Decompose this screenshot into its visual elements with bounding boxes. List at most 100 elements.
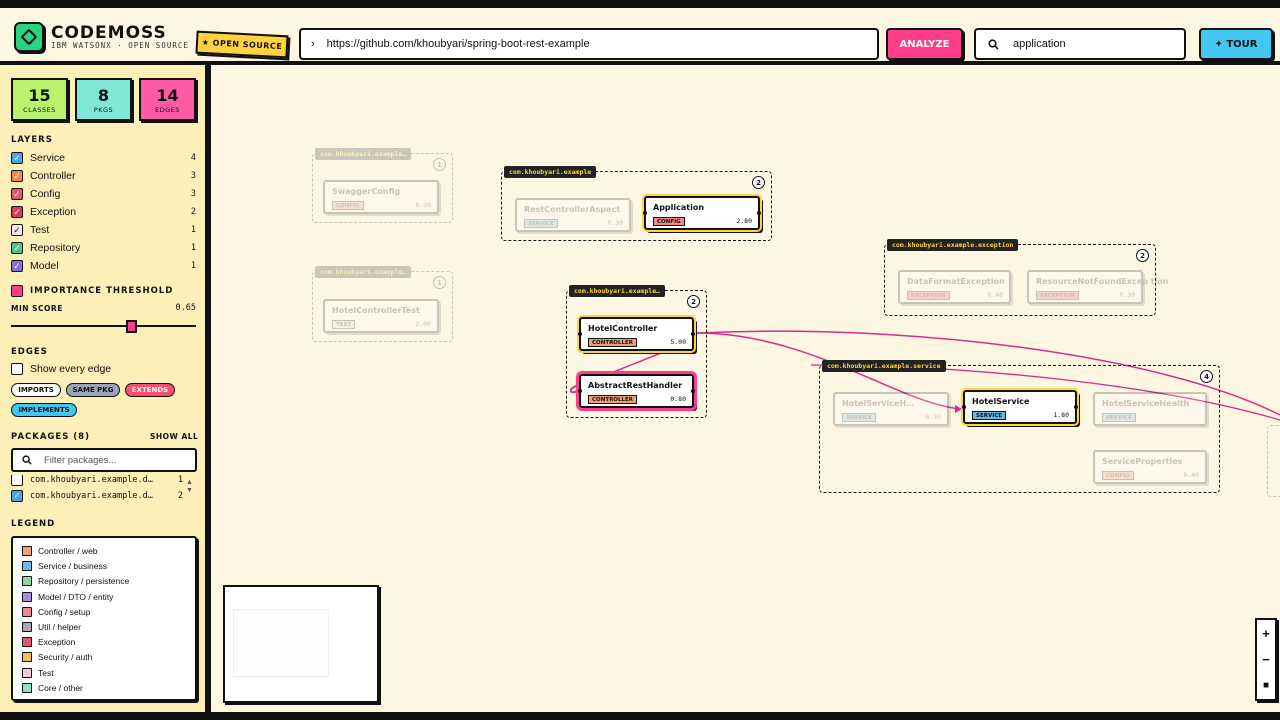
package-list: com.khoubyari.example.d… 1 ✓ com.khoubyari… [11, 475, 197, 505]
checkbox-icon[interactable]: ✓ [11, 242, 23, 254]
tour-button[interactable]: ✦ TOUR [1199, 28, 1273, 60]
cube-icon [20, 28, 38, 46]
chip-implements[interactable]: IMPLEMENTS [11, 403, 77, 417]
package-count: 2 [752, 176, 765, 189]
filter-packages-input[interactable]: Filter packages... [11, 448, 197, 472]
layer-label: Repository [30, 242, 81, 254]
class-node[interactable]: HotelServiceHealth SERVICE [1093, 392, 1207, 426]
search-input[interactable]: application [974, 28, 1186, 60]
min-score-track[interactable] [11, 325, 196, 327]
legend-label: Service / business [38, 561, 107, 572]
legend-item: Util / helper [22, 621, 81, 633]
legend-swatch [22, 606, 32, 617]
min-score-row: MIN SCORE 0.65 [11, 301, 196, 315]
class-score: 0.40 [1183, 471, 1199, 479]
sidebar: 15 CLASSES 8 PKGS 14 EDGES LAYERS ✓ Service 4… [0, 65, 208, 712]
layer-toggle-config[interactable]: ✓ Config 3 [11, 187, 196, 201]
package-label: com.khoubyari.example.exception [887, 239, 1019, 251]
checkbox-icon[interactable]: ✓ [11, 188, 23, 200]
checkbox-icon[interactable]: ✓ [11, 490, 23, 502]
layer-label: Service [30, 152, 66, 164]
layer-count: 2 [190, 207, 196, 217]
package-label: com.khoubyari.example.service [822, 360, 946, 372]
zoom-out-button[interactable]: − [1257, 646, 1275, 672]
show-every-edge-toggle[interactable]: Show every edge [11, 362, 196, 376]
checkbox-icon[interactable]: ✓ [11, 152, 23, 164]
class-tag: SERVICE [972, 411, 1007, 420]
layer-count: 4 [190, 153, 196, 163]
layer-label: Model [30, 260, 59, 272]
class-name: HotelControllerTest [332, 306, 420, 315]
checkbox-icon[interactable]: ✓ [11, 206, 23, 218]
layer-toggle-model[interactable]: ✓ Model 1 [11, 259, 196, 273]
layer-toggle-service[interactable]: ✓ Service 4 [11, 151, 196, 165]
search-icon [22, 455, 32, 465]
codemoss-logo[interactable] [14, 22, 44, 52]
brand-subtitle: IBM WATSONX · OPEN SOURCE [51, 41, 189, 50]
chip-imports[interactable]: IMPORTS [11, 383, 61, 397]
checkbox-icon[interactable]: ✓ [11, 224, 23, 236]
class-node[interactable]: SwaggerConfig CONFIG 0.30 [323, 180, 439, 214]
class-node[interactable]: ResourceNotFoundExcep tion EXCEPTION 0.30 [1027, 270, 1168, 304]
layers-heading: LAYERS [11, 135, 53, 145]
checkbox-icon[interactable] [11, 363, 23, 375]
legend-swatch [22, 622, 32, 632]
chip-label: SAME PKG [72, 386, 114, 394]
filter-placeholder: Filter packages... [44, 454, 117, 466]
minimap[interactable] [223, 585, 379, 703]
repo-url-input[interactable]: › https://github.com/khoubyari/spring-bo… [299, 28, 879, 60]
checkbox-icon[interactable] [11, 475, 23, 486]
package-count: 2 [177, 491, 183, 501]
edges-heading: EDGES [11, 347, 48, 357]
search-icon [988, 38, 999, 50]
package-group-offscreen[interactable] [1267, 425, 1280, 497]
class-node[interactable]: Application CONFIG 2.80 [642, 194, 762, 232]
class-node[interactable]: HotelController CONTROLLER 5.00 [577, 315, 696, 353]
connector-dot [643, 211, 647, 215]
graph-canvas[interactable]: com.khoubyari.example… 1 com.khoubyari.ex… [211, 65, 1280, 712]
analyze-button[interactable]: ANALYZE [886, 28, 963, 60]
class-tag: TEST [332, 320, 356, 329]
checkbox-icon[interactable]: ✓ [11, 170, 23, 182]
class-score: 1.80 [1053, 411, 1069, 419]
legend-label: Model / DTO / entity [38, 591, 114, 602]
min-score-slider-thumb[interactable] [125, 320, 137, 333]
layer-toggle-test[interactable]: ✓ Test 1 [11, 223, 196, 237]
checkbox-icon[interactable]: ✓ [11, 260, 23, 272]
class-score: 0.30 [415, 201, 431, 209]
layer-toggle-repository[interactable]: ✓ Repository 1 [11, 241, 196, 255]
class-node[interactable]: RestControllerAspect SERVICE 0.30 [515, 198, 631, 232]
chip-extends[interactable]: EXTENDS [125, 383, 175, 397]
zoom-in-button[interactable]: + [1257, 620, 1275, 646]
class-node[interactable]: AbstractRestHandler CONTROLLER 0.80 [576, 371, 697, 411]
legend-item: Service / business [22, 560, 107, 572]
class-score: 0.30 [1119, 291, 1135, 299]
package-scrollbar[interactable]: ▲ ▼ [186, 479, 193, 495]
class-node[interactable]: HotelService SERVICE 1.80 [961, 388, 1079, 426]
layer-label: Exception [30, 206, 77, 218]
class-tag: EXCEPTION [907, 291, 950, 300]
open-source-badge[interactable]: ★ OPEN SOURCE [195, 30, 289, 59]
class-node[interactable]: HotelControllerTest TEST 2.00 [323, 299, 439, 333]
chip-same-pkg[interactable]: SAME PKG [66, 383, 120, 397]
package-item[interactable]: ✓ com.khoubyari.example.d… 2 [11, 489, 183, 503]
class-name: ResourceNotFoundExcep tion [1036, 277, 1169, 286]
class-node[interactable]: DataFormatException EXCEPTION 0.40 [898, 270, 1011, 304]
chip-label: IMPLEMENTS [18, 406, 70, 414]
layer-toggle-controller[interactable]: ✓ Controller 3 [11, 169, 196, 183]
class-node[interactable]: ServiceProperties CONFIG 0.40 [1093, 450, 1207, 484]
package-item[interactable]: com.khoubyari.example.d… 1 [11, 475, 183, 487]
layer-toggle-exception[interactable]: ✓ Exception 2 [11, 205, 196, 219]
class-name: Application [653, 203, 705, 212]
show-all-packages-link[interactable]: SHOW ALL [150, 432, 198, 441]
class-node[interactable]: HotelServiceH… SERVICE 0.30 [833, 392, 949, 426]
connector-dot [962, 405, 966, 409]
legend-swatch [22, 682, 32, 693]
legend-label: Test [38, 667, 54, 678]
legend-label: Security / auth [38, 652, 93, 663]
minimap-viewport[interactable] [233, 609, 329, 677]
class-tag: CONFIG [1102, 471, 1134, 480]
connector-dot [578, 389, 582, 393]
legend-swatch [22, 652, 32, 663]
lock-button[interactable]: ■ [1257, 672, 1275, 698]
